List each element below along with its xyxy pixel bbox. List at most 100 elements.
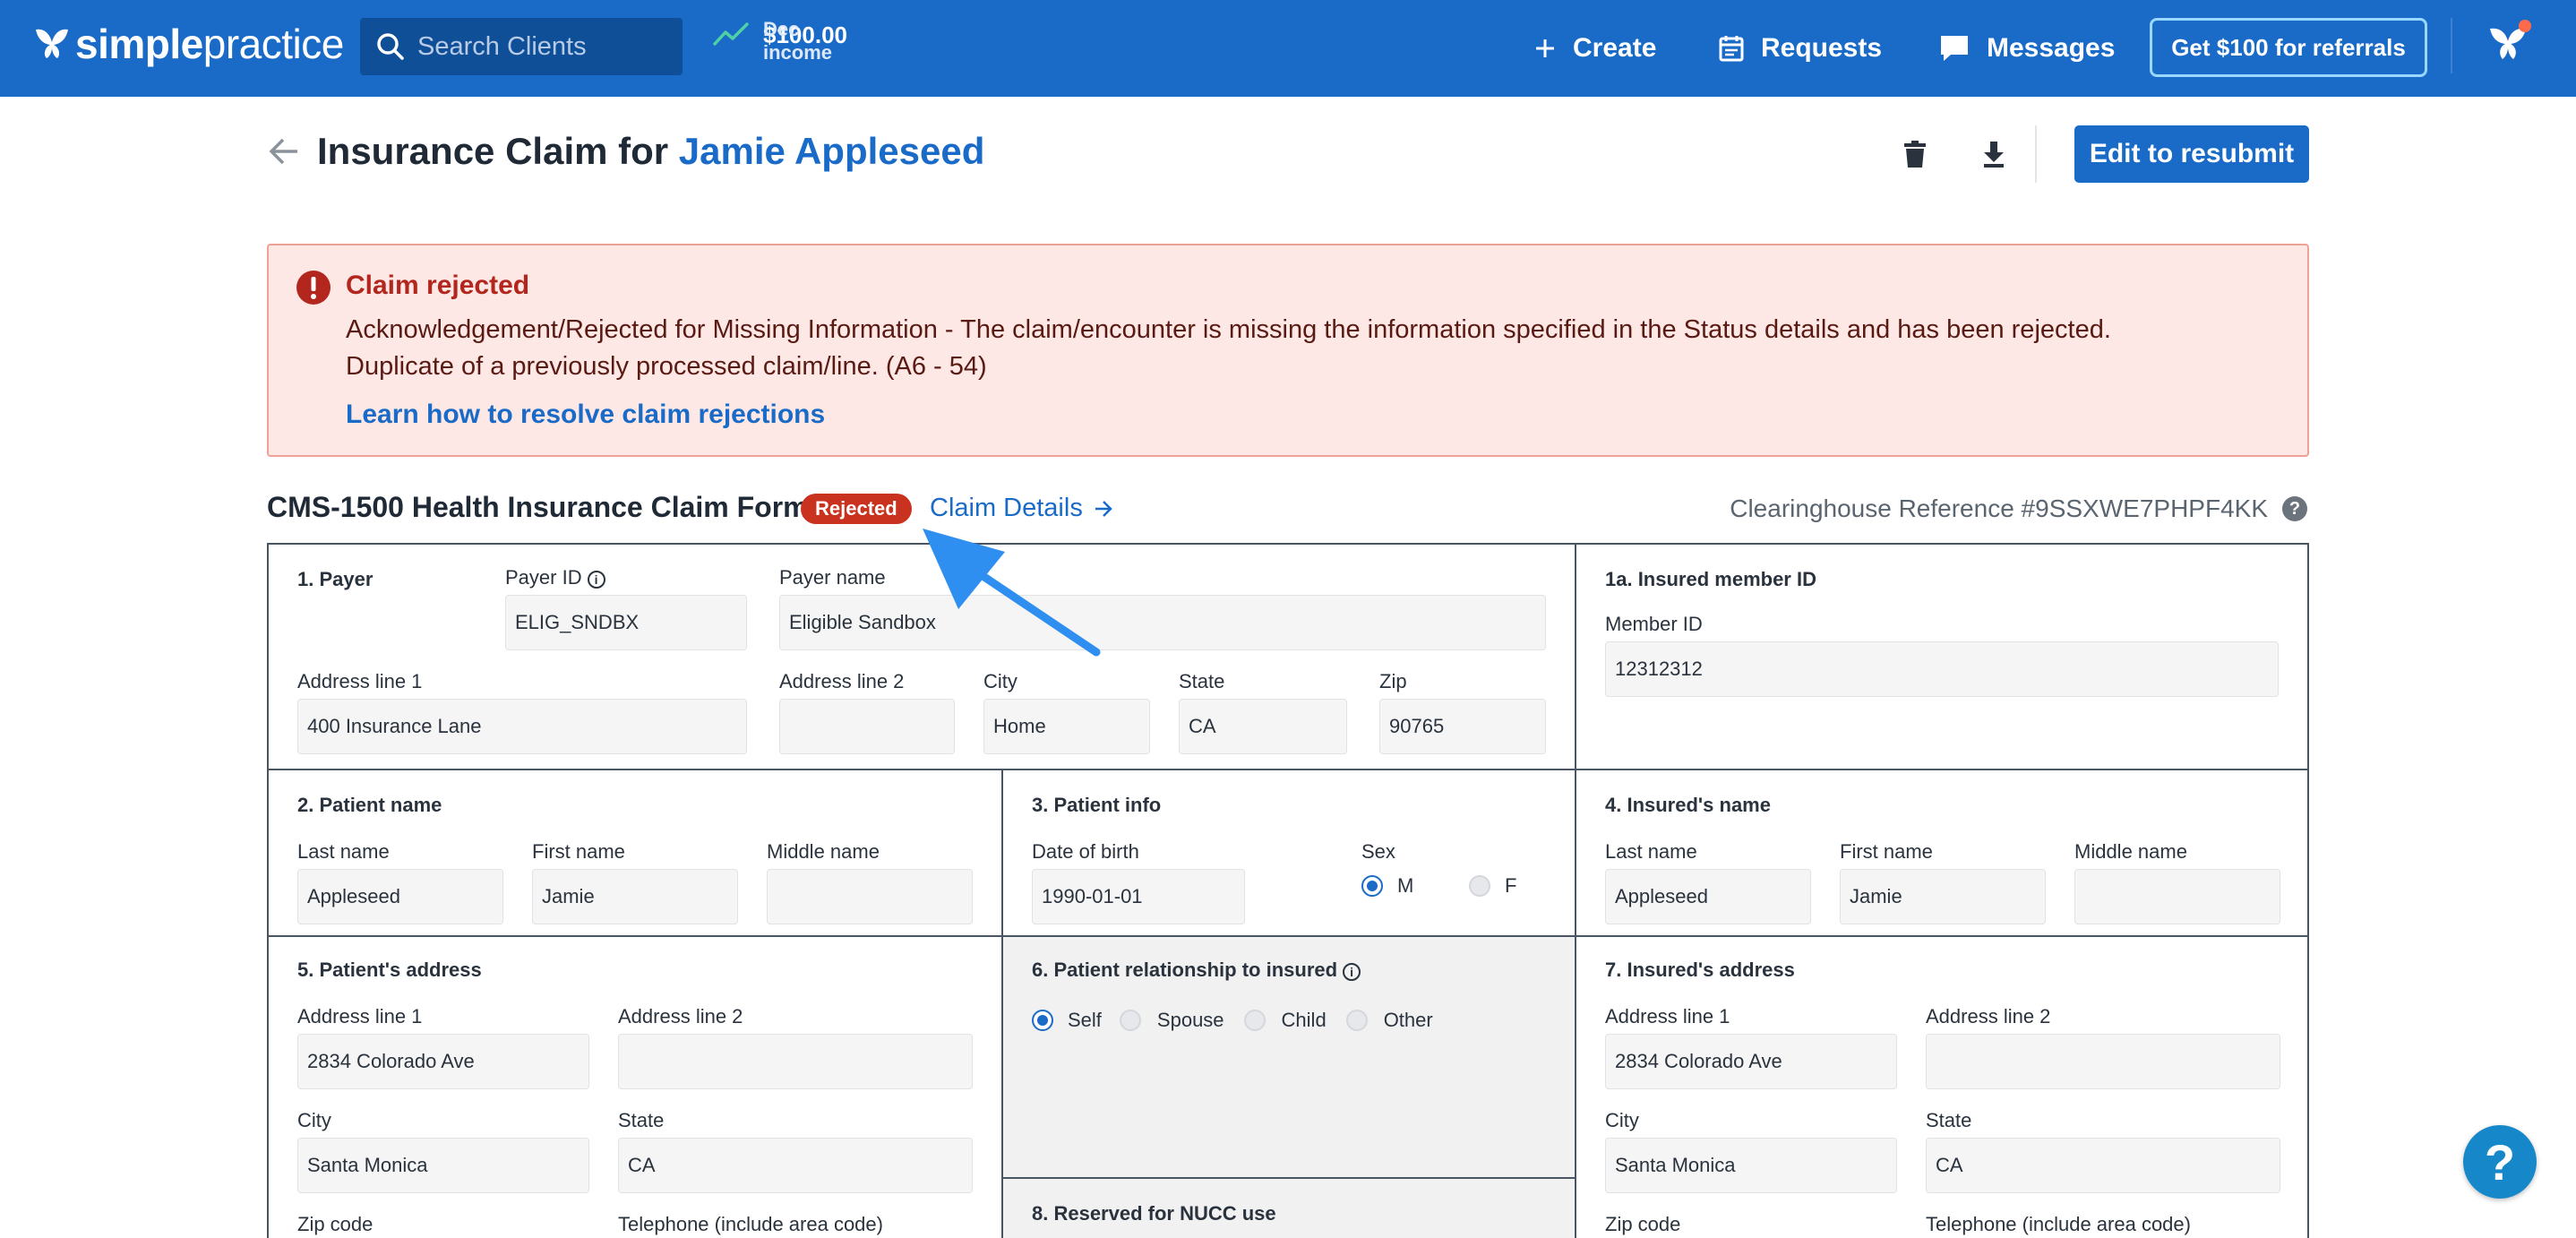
requests-label: Requests <box>1761 33 1883 63</box>
payer-id-label-text: Payer ID <box>505 566 582 589</box>
patient-address1-label: Address line 1 <box>297 1005 423 1027</box>
sex-radio-f[interactable]: F <box>1469 874 1516 898</box>
relationship-title-text: 6. Patient relationship to insured <box>1032 959 1338 981</box>
claim-rejected-alert: Claim rejected Acknowledgement/Rejected … <box>267 244 2309 457</box>
section-title: 4. Insured's name <box>1605 794 1771 816</box>
search-box[interactable] <box>360 18 683 75</box>
radio-unselected[interactable] <box>1469 875 1490 897</box>
requests-button[interactable]: Requests <box>1718 23 1882 73</box>
insured-city-field[interactable] <box>1605 1138 1897 1193</box>
error-exclamation-icon <box>296 271 331 305</box>
section-patient-relationship: 6. Patient relationship to insured i Self… <box>1003 937 1576 1179</box>
patient-state-label: State <box>618 1109 665 1131</box>
insured-middle-name-label: Middle name <box>2074 840 2187 863</box>
insured-city-label: City <box>1605 1109 1639 1131</box>
payer-name-field[interactable] <box>779 595 1546 650</box>
member-id-field[interactable] <box>1605 641 2279 697</box>
info-icon[interactable]: i <box>1343 963 1361 981</box>
section-reserved-nucc: 8. Reserved for NUCC use <box>1003 1179 1576 1238</box>
section-title: 3. Patient info <box>1032 794 1162 816</box>
floating-help-button[interactable]: ? <box>2463 1125 2537 1199</box>
section-patient-info: 3. Patient info Date of birth Sex M F <box>1003 770 1576 937</box>
patient-middle-name-field[interactable] <box>767 869 973 924</box>
insured-address1-label: Address line 1 <box>1605 1005 1730 1027</box>
butterfly-logo-icon <box>36 29 68 58</box>
search-icon <box>377 33 404 60</box>
download-button[interactable] <box>1974 134 2014 174</box>
payer-id-label: Payer ID i <box>505 566 605 589</box>
patient-first-name-field[interactable] <box>532 869 738 924</box>
chat-bubble-icon <box>1941 36 1968 61</box>
page-title-prefix: Insurance Claim for <box>317 130 679 172</box>
delete-button[interactable] <box>1895 134 1935 174</box>
annotation-arrow-icon <box>923 529 1101 657</box>
payer-address1-field[interactable] <box>297 699 747 754</box>
section-insured-id: 1a. Insured member ID Member ID <box>1576 545 2309 770</box>
patient-state-field[interactable] <box>618 1138 973 1193</box>
income-widget[interactable]: Dec income $100.00 <box>713 18 847 64</box>
search-input[interactable] <box>417 31 668 62</box>
notification-dot <box>2519 20 2531 32</box>
back-arrow-icon[interactable] <box>267 136 301 167</box>
insured-last-name-field[interactable] <box>1605 869 1811 924</box>
create-button[interactable]: Create <box>1533 23 1656 73</box>
insured-first-name-field[interactable] <box>1840 869 2046 924</box>
patient-last-name-label: Last name <box>297 840 390 863</box>
status-badge: Rejected <box>801 494 912 524</box>
nav-divider <box>2451 18 2452 73</box>
patient-address2-label: Address line 2 <box>618 1005 743 1027</box>
payer-id-field[interactable] <box>505 595 747 650</box>
referral-button[interactable]: Get $100 for referrals <box>2150 18 2427 77</box>
payer-zip-field[interactable] <box>1379 699 1546 754</box>
page-title: Insurance Claim for Jamie Appleseed <box>317 130 984 173</box>
insured-address2-field[interactable] <box>1926 1034 2280 1089</box>
patient-zip-label: Zip code <box>297 1213 374 1235</box>
section-insured-address: 7. Insured's address Address line 1 Addr… <box>1576 937 2309 1238</box>
insured-state-field[interactable] <box>1926 1138 2280 1193</box>
edit-to-resubmit-button[interactable]: Edit to resubmit <box>2074 125 2309 183</box>
radio-other[interactable] <box>1345 1010 1368 1031</box>
insured-middle-name-field[interactable] <box>2074 869 2280 924</box>
insured-address1-field[interactable] <box>1605 1034 1897 1089</box>
patient-phone-label: Telephone (include area code) <box>618 1213 883 1235</box>
sex-m-label: M <box>1397 874 1414 897</box>
payer-address2-field[interactable] <box>779 699 955 754</box>
dob-field[interactable] <box>1032 869 1245 924</box>
trend-up-icon <box>713 21 749 46</box>
plus-icon <box>1536 39 1554 57</box>
patient-address1-field[interactable] <box>297 1034 589 1089</box>
patient-last-name-field[interactable] <box>297 869 503 924</box>
download-icon <box>1984 142 2004 168</box>
payer-city-field[interactable] <box>983 699 1150 754</box>
help-question-icon[interactable]: ? <box>2282 496 2307 521</box>
member-id-label: Member ID <box>1605 613 1703 635</box>
relationship-other-label: Other <box>1383 1009 1433 1031</box>
section-title: 8. Reserved for NUCC use <box>1032 1202 1276 1225</box>
payer-address1-label: Address line 1 <box>297 670 423 692</box>
payer-state-field[interactable] <box>1179 699 1347 754</box>
alert-line-1: Acknowledgement/Rejected for Missing Inf… <box>346 315 2111 344</box>
sex-radio-m[interactable]: M <box>1361 874 1413 898</box>
radio-selected[interactable] <box>1361 875 1383 897</box>
patient-city-label: City <box>297 1109 331 1131</box>
client-name-link[interactable]: Jamie Appleseed <box>679 130 985 172</box>
radio-self[interactable] <box>1032 1010 1053 1031</box>
resolve-rejections-link[interactable]: Learn how to resolve claim rejections <box>346 400 825 430</box>
logo-text-light: practice <box>202 21 345 67</box>
alert-message: Acknowledgement/Rejected for Missing Inf… <box>346 312 2263 385</box>
section-title: 2. Patient name <box>297 794 442 816</box>
radio-spouse[interactable] <box>1119 1010 1141 1031</box>
insured-zip-label: Zip code <box>1605 1213 1681 1235</box>
logo[interactable]: simple practice <box>32 20 344 68</box>
info-icon[interactable]: i <box>587 571 605 589</box>
payer-city-label: City <box>983 670 1018 692</box>
calendar-icon <box>1719 36 1744 62</box>
messages-button[interactable]: Messages <box>1938 23 2115 73</box>
patient-address2-field[interactable] <box>618 1034 973 1089</box>
patient-city-field[interactable] <box>297 1138 589 1193</box>
section-patient-address: 5. Patient's address Address line 1 Addr… <box>269 937 1003 1238</box>
trash-icon <box>1904 141 1926 168</box>
section-patient-name: 2. Patient name Last name First name Mid… <box>269 770 1003 937</box>
radio-child[interactable] <box>1243 1010 1266 1031</box>
sex-label: Sex <box>1361 840 1395 863</box>
